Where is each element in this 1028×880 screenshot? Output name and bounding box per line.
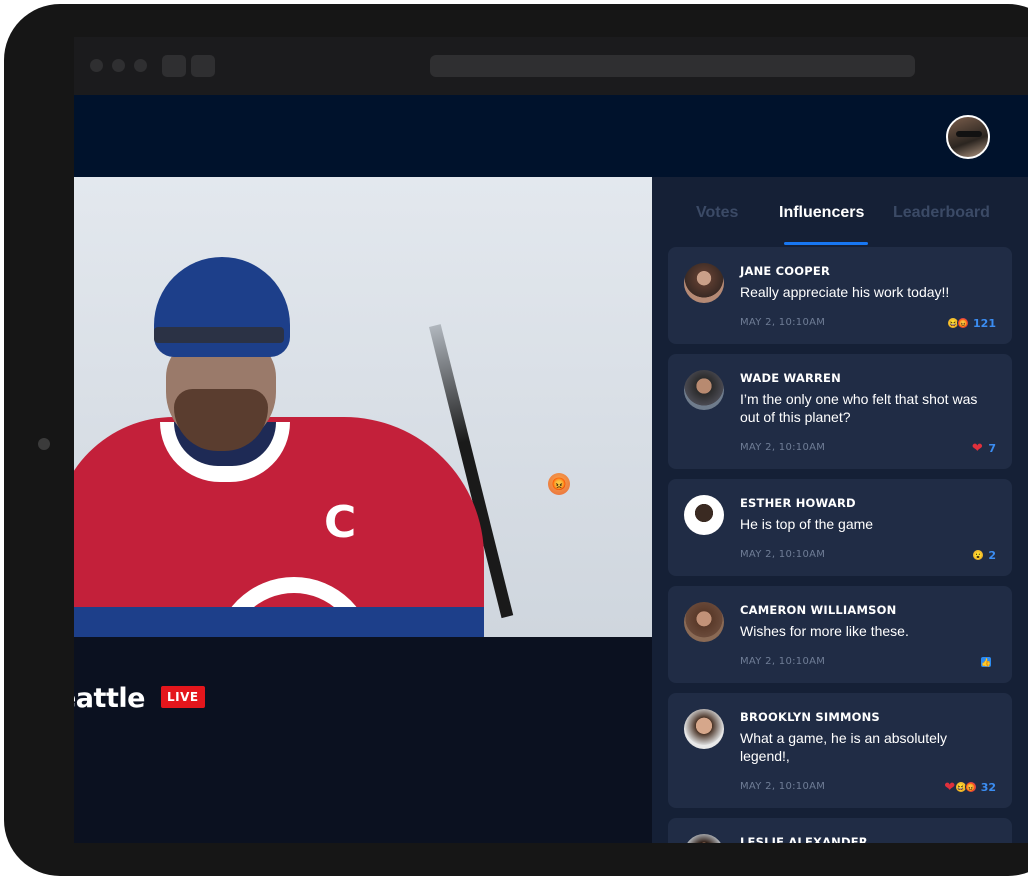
comment-card[interactable]: CAMERON WILLIAMSON Wishes for more like … xyxy=(668,586,1012,683)
comment-reactions[interactable]: ❤ 😆 😡 32 xyxy=(943,780,996,794)
floating-angry-face-icon: 😡 xyxy=(548,473,570,495)
reaction-total: 2 xyxy=(988,548,996,562)
address-bar[interactable] xyxy=(430,55,915,77)
side-panel: Votes Influencers Leaderboard JANE COOPE… xyxy=(652,177,1028,843)
comment-reactions[interactable]: ❤ 7 xyxy=(970,441,996,455)
comment-reactions[interactable]: 😆 😡 121 xyxy=(947,316,996,330)
browser-back-button[interactable] xyxy=(162,55,186,77)
camera-dot xyxy=(38,438,50,450)
reaction-total: 7 xyxy=(988,441,996,455)
browser-chrome xyxy=(74,37,1028,95)
comment-card[interactable]: LESLIE ALEXANDER xyxy=(668,818,1012,843)
angry-face-icon: 😡 xyxy=(957,317,970,329)
angry-face-icon: 😡 xyxy=(964,781,977,793)
avatar xyxy=(684,370,724,410)
browser-forward-button[interactable] xyxy=(191,55,215,77)
comment-time: MAY 2, 10:10AM xyxy=(740,656,826,667)
screen: C 😡 😭 52 😆 44 😡 ❤ 71 eattle xyxy=(74,37,1028,843)
comment-card[interactable]: JANE COOPER Really appreciate his work t… xyxy=(668,247,1012,344)
window-dot-maximize[interactable] xyxy=(134,59,147,72)
comment-message: I’m the only one who felt that shot was … xyxy=(740,391,978,425)
comment-time: MAY 2, 10:10AM xyxy=(740,442,826,453)
comment-message: Really appreciate his work today!! xyxy=(740,284,950,300)
helmet-visor xyxy=(154,327,284,343)
tab-influencers[interactable]: Influencers xyxy=(779,204,864,222)
heart-icon: ❤ xyxy=(971,440,983,455)
comment-author: CAMERON WILLIAMSON xyxy=(740,603,897,617)
comment-card[interactable]: WADE WARREN I’m the only one who felt th… xyxy=(668,354,1012,469)
tab-leaderboard[interactable]: Leaderboard xyxy=(893,204,990,222)
avatar xyxy=(684,263,724,303)
avatar xyxy=(684,709,724,749)
reaction-total: 121 xyxy=(973,316,996,330)
avatar xyxy=(684,495,724,535)
comment-card[interactable]: ESTHER HOWARD He is top of the game MAY … xyxy=(668,479,1012,576)
comment-time: MAY 2, 10:10AM xyxy=(740,317,826,328)
reaction-total: 32 xyxy=(980,780,996,794)
panel-tabs: Votes Influencers Leaderboard xyxy=(652,177,1028,247)
video-player[interactable]: C 😡 😭 52 😆 44 😡 ❤ 71 xyxy=(74,177,652,637)
comment-message: Wishes for more like these. xyxy=(740,623,909,639)
stream-title: eattle xyxy=(74,683,145,714)
comment-author: ESTHER HOWARD xyxy=(740,496,856,510)
app-header xyxy=(74,95,1028,177)
tab-votes[interactable]: Votes xyxy=(696,204,738,222)
comment-author: WADE WARREN xyxy=(740,371,841,385)
comment-author: JANE COOPER xyxy=(740,264,830,278)
surprised-face-icon: 😮 xyxy=(972,549,985,561)
comment-reactions[interactable]: 👍 xyxy=(980,655,996,669)
comment-message: What a game, he is an absolutely legend!… xyxy=(740,730,948,764)
active-tab-indicator xyxy=(784,242,868,245)
comment-author: LESLIE ALEXANDER xyxy=(740,835,868,843)
avatar xyxy=(684,834,724,843)
captain-letter: C xyxy=(324,497,357,548)
jersey-stripe xyxy=(74,607,484,637)
comment-author: BROOKLYN SIMMONS xyxy=(740,710,880,724)
comment-time: MAY 2, 10:10AM xyxy=(740,549,826,560)
like-icon: 👍 xyxy=(980,656,992,668)
window-dot-close[interactable] xyxy=(90,59,103,72)
stream-info: eattle LIVE xyxy=(74,637,652,843)
comment-reactions[interactable]: 😮 2 xyxy=(972,548,996,562)
avatar xyxy=(684,602,724,642)
comment-message: He is top of the game xyxy=(740,516,874,532)
window-dot-minimize[interactable] xyxy=(112,59,125,72)
comment-card[interactable]: BROOKLYN SIMMONS What a game, he is an a… xyxy=(668,693,1012,808)
live-badge: LIVE xyxy=(161,686,205,708)
user-avatar[interactable] xyxy=(946,115,990,159)
comment-time: MAY 2, 10:10AM xyxy=(740,781,826,792)
